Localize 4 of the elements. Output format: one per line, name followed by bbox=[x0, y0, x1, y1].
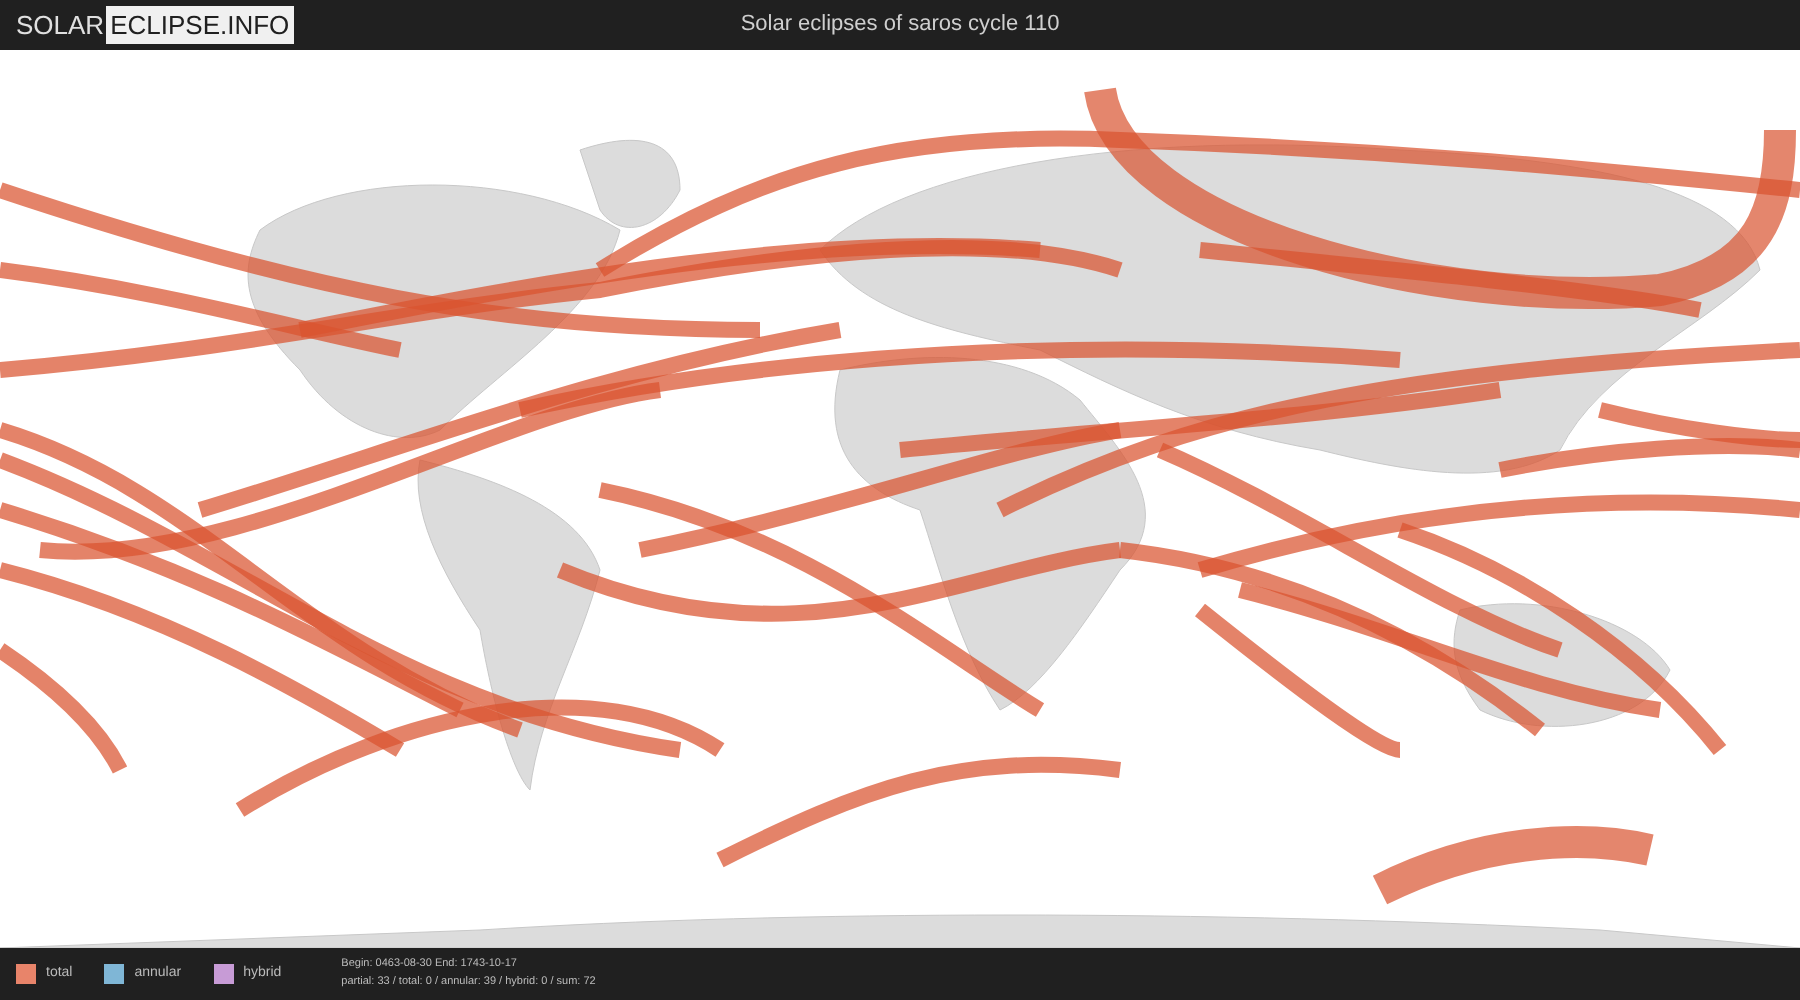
page-title: Solar eclipses of saros cycle 110 bbox=[740, 10, 1060, 41]
site-logo[interactable]: SOLAR ECLIPSE.INFO bbox=[16, 5, 294, 45]
logo-text: ECLIPSE.INFO bbox=[106, 5, 294, 45]
logo-text: SOLAR bbox=[16, 7, 105, 44]
